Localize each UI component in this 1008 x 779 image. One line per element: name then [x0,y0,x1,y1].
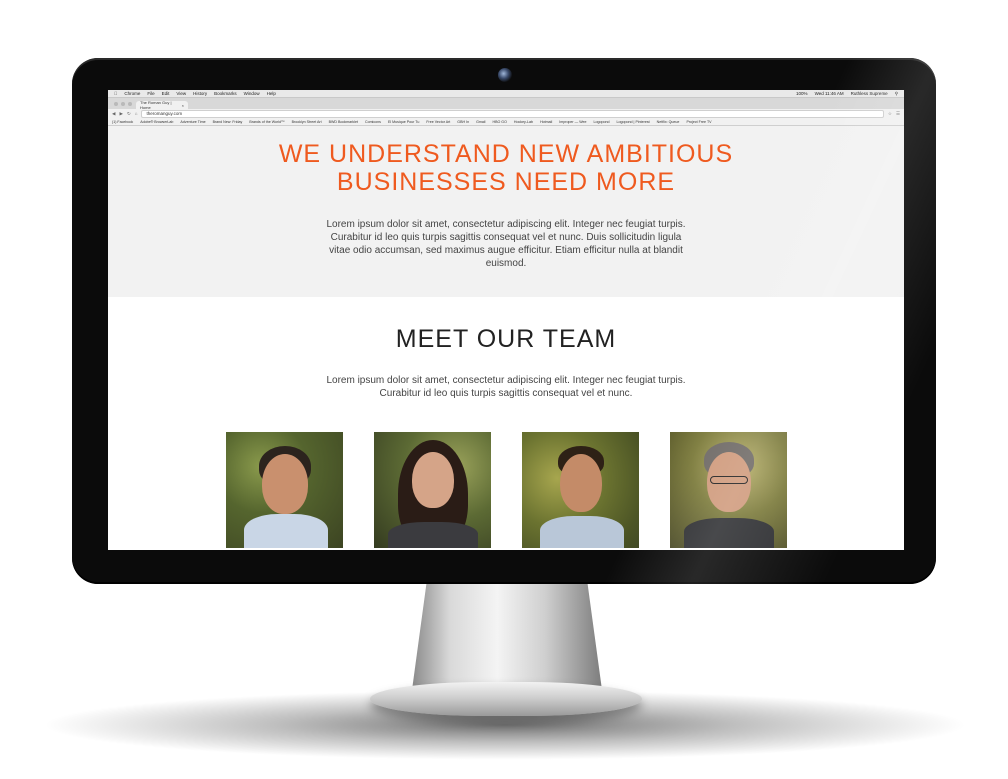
home-icon[interactable]: ⌂ [135,111,138,116]
bookmark-item[interactable]: Improper — Wee [559,120,586,124]
bookmark-item[interactable]: Hockey-Lab [514,120,533,124]
monitor-stand [412,578,602,690]
bookmark-item[interactable]: BWD Bookmarklet [329,120,358,124]
clock[interactable]: Wed 11:46 AM [815,91,844,96]
back-icon[interactable]: ◀ [112,111,115,117]
team-member-photo[interactable] [373,432,491,548]
close-window-icon[interactable] [114,101,118,106]
bookmark-item[interactable]: Adventure Time [180,120,205,124]
bookmarks-bar: (1) Facebook Adobe® BrowserLab Adventure… [108,118,904,126]
bookmark-item[interactable]: El Musique Pour Tu [388,120,419,124]
forward-icon[interactable]: ▶ [119,111,122,117]
bookmark-item[interactable]: GBH In [457,120,469,124]
webcam-icon [498,68,512,82]
menu-view[interactable]: View [176,91,186,96]
bookmark-item[interactable]: HBO GO [492,120,506,124]
menu-history[interactable]: History [193,91,207,96]
team-member-photo[interactable] [225,432,343,548]
tab-bar: The Roman Guy | Home × [108,98,904,110]
zoom-window-icon[interactable] [128,101,132,106]
os-menubar:  Chrome File Edit View History Bookmark… [108,90,904,98]
menu-edit[interactable]: Edit [162,91,170,96]
bookmark-item[interactable]: Hotmail [540,120,552,124]
bookmark-item[interactable]: Free Vector Art [426,120,450,124]
search-icon[interactable]: ⚲ [895,91,898,97]
bookmark-item[interactable]: (1) Facebook [112,120,133,124]
apple-icon[interactable]:  [114,91,117,96]
bookmark-item[interactable]: Project Free TV [686,120,711,124]
monitor-base [370,682,642,716]
menu-icon[interactable]: ☰ [896,111,900,117]
tab-title: The Roman Guy | Home [140,100,172,110]
menu-chrome[interactable]: Chrome [124,91,140,96]
team-body: Lorem ipsum dolor sit amet, consectetur … [326,375,686,399]
menu-bookmarks[interactable]: Bookmarks [214,91,237,96]
menu-window[interactable]: Window [244,91,260,96]
minimize-window-icon[interactable] [121,101,125,106]
bookmark-item[interactable]: Logopond [594,120,610,124]
team-member-photo[interactable] [669,432,787,548]
monitor-screen:  Chrome File Edit View History Bookmark… [108,90,904,550]
bookmark-item[interactable]: Brands of the World™ [249,120,284,124]
tab-active[interactable]: The Roman Guy | Home × [136,100,188,110]
bookmark-item[interactable]: Comicons [365,120,381,124]
team-member[interactable] [669,432,787,550]
bookmark-item[interactable]: Adobe® BrowserLab [140,120,173,124]
reload-icon[interactable]: ↻ [127,111,131,117]
bookmark-item[interactable]: Brand New: Friday [213,120,243,124]
user-name[interactable]: Ruthless Supreme [851,91,888,96]
menu-help[interactable]: Help [267,91,276,96]
address-bar: ◀ ▶ ↻ ⌂ theromanguy.com ☆ ☰ [108,109,904,118]
window-controls [114,101,132,106]
team-member[interactable] [521,432,639,550]
battery-status[interactable]: 100% [796,91,808,96]
team-members [108,432,904,550]
team-title: MEET OUR TEAM [395,325,617,353]
star-icon[interactable]: ☆ [888,111,892,117]
hero-section: WE UNDERSTAND NEW AMBITIOUS BUSINESSES N… [108,126,904,297]
bookmark-item[interactable]: Brooklyn Street Art [292,120,322,124]
team-member[interactable] [225,432,343,550]
menu-file[interactable]: File [147,91,154,96]
url-input[interactable]: theromanguy.com [141,109,884,118]
bookmark-item[interactable]: Logopond | Pinterest [617,120,650,124]
team-member-photo[interactable] [521,432,639,548]
bookmark-item[interactable]: Netflix: Queue [657,120,680,124]
hero-title-line-2: BUSINESSES NEED MORE [336,168,676,196]
tab-close-icon[interactable]: × [182,103,184,108]
hero-title-line-1: WE UNDERSTAND NEW AMBITIOUS [278,140,734,168]
hero-title: WE UNDERSTAND NEW AMBITIOUS BUSINESSES N… [108,140,904,196]
hero-body: Lorem ipsum dolor sit amet, consectetur … [326,219,686,269]
team-section: MEET OUR TEAM Lorem ipsum dolor sit amet… [108,297,904,550]
bookmark-item[interactable]: Gmail [476,120,485,124]
team-member[interactable] [373,432,491,550]
